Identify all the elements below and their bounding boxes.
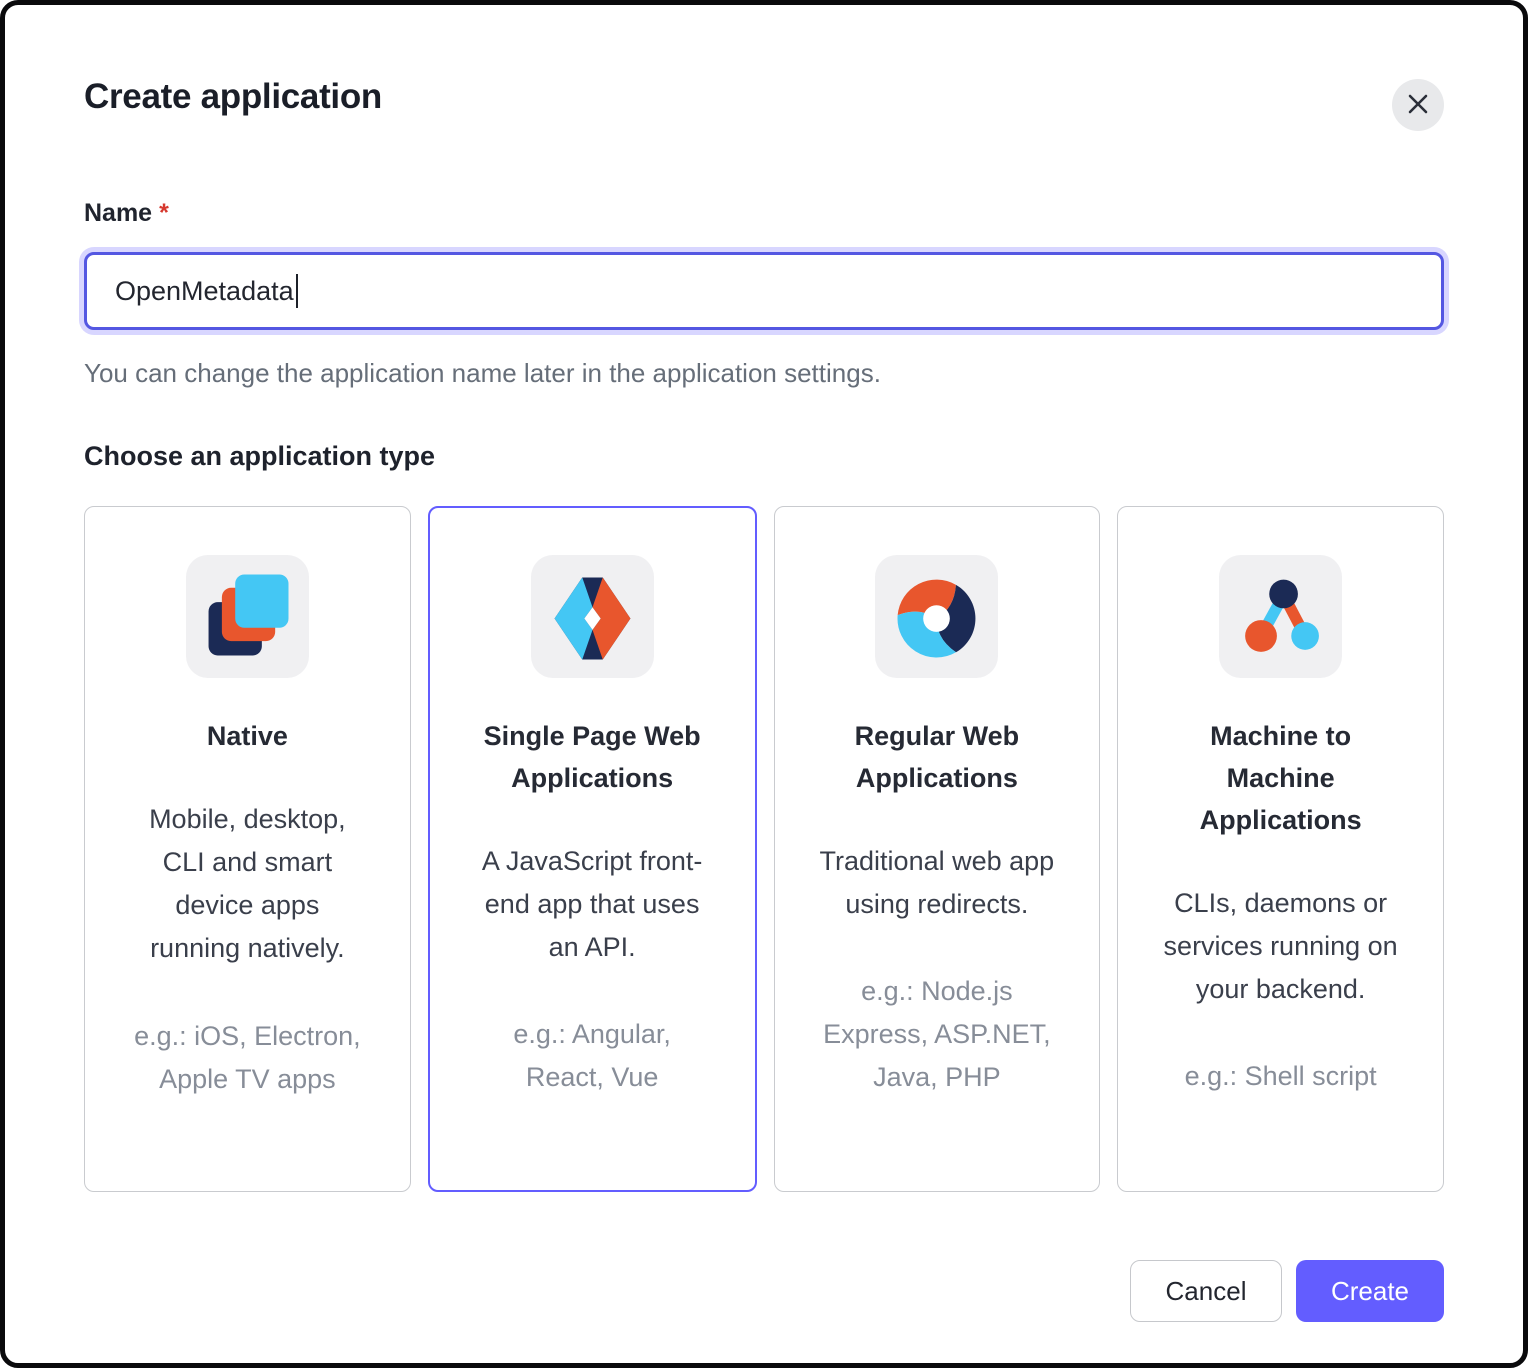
create-application-dialog: Create application Name* OpenMetadata Yo… bbox=[0, 0, 1528, 1368]
name-label: Name* bbox=[84, 199, 1444, 228]
application-type-heading: Choose an application type bbox=[84, 441, 1444, 472]
close-button[interactable] bbox=[1392, 79, 1444, 131]
create-button[interactable]: Create bbox=[1296, 1260, 1444, 1322]
card-title: Single Page Web Applications bbox=[476, 716, 708, 800]
card-description: A JavaScript front-end app that uses an … bbox=[472, 840, 712, 970]
card-regular-web[interactable]: Regular Web Applications Traditional web… bbox=[774, 506, 1101, 1192]
card-title: Native bbox=[131, 716, 363, 758]
card-title: Regular Web Applications bbox=[821, 716, 1053, 800]
m2m-molecule-icon bbox=[1219, 555, 1342, 678]
spa-diamonds-icon bbox=[531, 555, 654, 678]
card-examples: e.g.: Angular, React, Vue bbox=[472, 1013, 712, 1099]
card-description: Mobile, desktop, CLI and smart device ap… bbox=[127, 798, 367, 971]
dialog-footer: Cancel Create bbox=[84, 1260, 1444, 1322]
card-machine-to-machine[interactable]: Machine to Machine Applications CLIs, da… bbox=[1117, 506, 1444, 1192]
required-asterisk: * bbox=[159, 199, 169, 227]
cancel-button[interactable]: Cancel bbox=[1130, 1260, 1282, 1322]
regular-web-swirl-icon bbox=[875, 555, 998, 678]
text-caret bbox=[296, 274, 298, 308]
card-description: Traditional web app using redirects. bbox=[817, 840, 1057, 926]
close-icon bbox=[1406, 92, 1430, 119]
card-title: Machine to Machine Applications bbox=[1165, 716, 1397, 842]
card-single-page-web[interactable]: Single Page Web Applications A JavaScrip… bbox=[428, 506, 757, 1192]
name-input[interactable]: OpenMetadata bbox=[84, 252, 1444, 330]
name-helper-text: You can change the application name late… bbox=[84, 358, 1444, 389]
application-type-cards: Native Mobile, desktop, CLI and smart de… bbox=[84, 506, 1444, 1192]
card-examples: e.g.: Shell script bbox=[1161, 1055, 1401, 1098]
name-input-value: OpenMetadata bbox=[115, 276, 294, 307]
card-examples: e.g.: iOS, Electron, Apple TV apps bbox=[127, 1015, 367, 1101]
native-stacked-squares-icon bbox=[186, 555, 309, 678]
card-examples: e.g.: Node.js Express, ASP.NET, Java, PH… bbox=[817, 970, 1057, 1100]
card-native[interactable]: Native Mobile, desktop, CLI and smart de… bbox=[84, 506, 411, 1192]
card-description: CLIs, daemons or services running on you… bbox=[1161, 882, 1401, 1012]
dialog-header: Create application bbox=[84, 5, 1444, 131]
dialog-title: Create application bbox=[84, 77, 382, 117]
